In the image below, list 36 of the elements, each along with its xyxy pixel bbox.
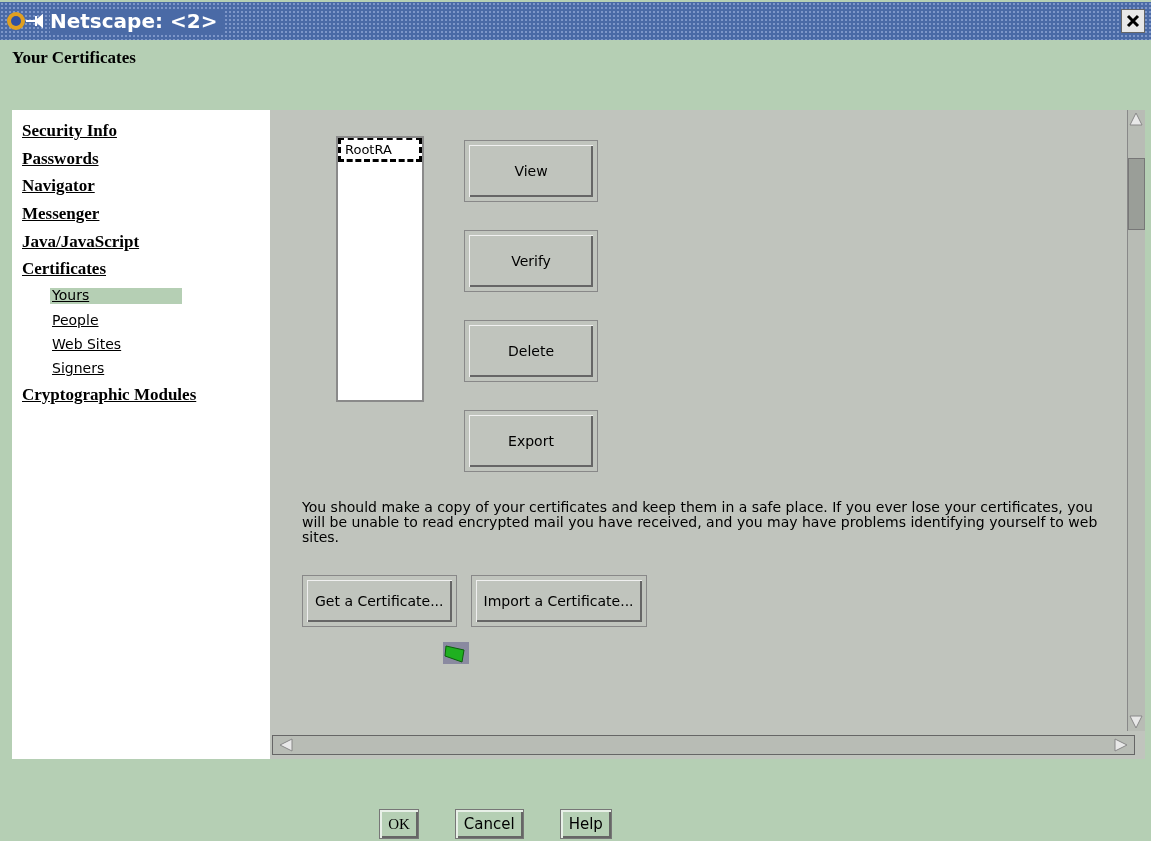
certificate-button[interactable]: Import a Certificate... — [470, 575, 647, 627]
vertical-scrollbar[interactable] — [1127, 110, 1145, 731]
note-text: You should make a copy of your certificates and keep them in a safe place. If you ever lose your certificates, you will be unable to read encrypted mail you have received, and you may have problems identifying yourself to web sites. — [302, 500, 1099, 545]
page-title: Your Certificates — [12, 48, 136, 67]
left-arrow-icon[interactable] — [277, 737, 295, 753]
action-button[interactable]: Delete — [464, 320, 598, 382]
right-arrow-icon[interactable] — [1112, 737, 1130, 753]
nav-link[interactable]: Cryptographic Modules — [22, 385, 197, 405]
certificate-list[interactable]: RootRA — [336, 136, 424, 402]
nav-link[interactable]: Java/JavaScript — [22, 232, 140, 252]
nav-link[interactable]: Web Sites — [50, 336, 182, 353]
close-icon — [1126, 14, 1140, 28]
list-item[interactable]: RootRA — [338, 138, 422, 162]
nav-link[interactable]: Security Info — [22, 122, 117, 141]
nav-link[interactable]: Yours — [50, 288, 182, 304]
action-button[interactable]: View — [464, 140, 598, 202]
action-button[interactable]: Verify — [464, 230, 598, 292]
nav-link[interactable]: Messenger — [22, 205, 100, 224]
nav-link[interactable]: People — [50, 312, 182, 328]
nav-link[interactable]: Navigator — [22, 177, 95, 197]
down-arrow-icon[interactable] — [1128, 713, 1144, 731]
dialog-button[interactable]: Help — [559, 809, 612, 839]
app-icon — [6, 10, 46, 32]
dialog-button[interactable]: Cancel — [454, 809, 524, 839]
close-button[interactable] — [1121, 9, 1145, 33]
nav-link[interactable]: Certificates — [22, 260, 106, 280]
certificate-button[interactable]: Get a Certificate... — [302, 575, 457, 627]
dialog-button[interactable]: OK — [379, 809, 419, 839]
up-arrow-icon[interactable] — [1128, 110, 1144, 128]
scrollbar-thumb[interactable] — [1128, 158, 1145, 230]
cursor-icon — [442, 640, 470, 666]
window-title: Netscape: <2> — [50, 9, 224, 33]
action-button[interactable]: Export — [464, 410, 598, 472]
nav-link[interactable]: Passwords — [22, 149, 99, 169]
horizontal-scrollbar[interactable] — [272, 735, 1135, 755]
nav-link[interactable]: Signers — [50, 361, 182, 377]
